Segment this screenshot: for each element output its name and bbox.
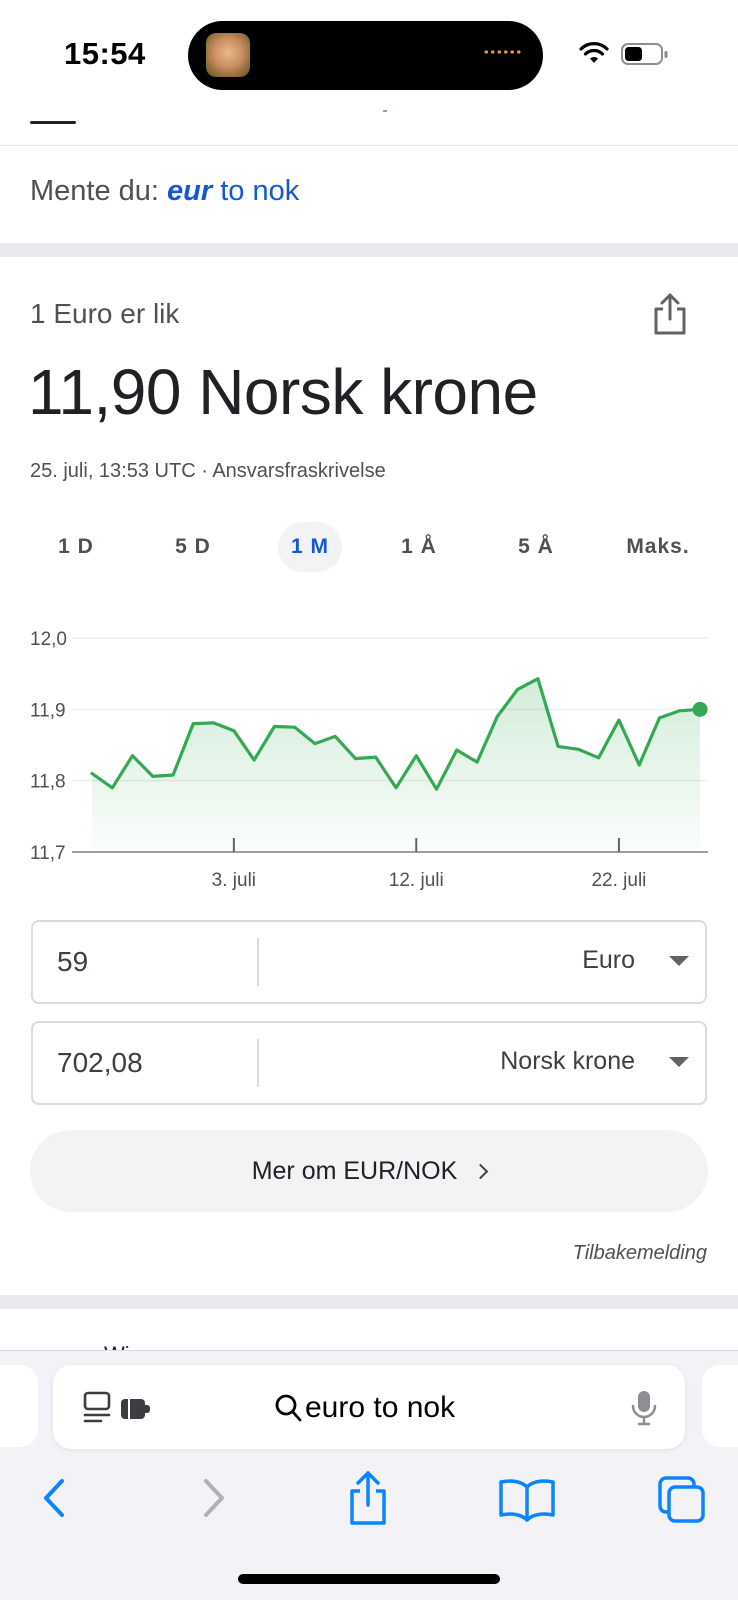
microphone-icon[interactable]	[631, 1389, 657, 1427]
range-5d[interactable]: 5 D	[147, 522, 239, 572]
next-tab-pill[interactable]	[702, 1365, 738, 1447]
share-sheet-icon[interactable]	[338, 1463, 398, 1533]
live-activity-dots-icon	[483, 49, 523, 59]
converter-divider	[257, 1039, 259, 1087]
equals-label: 1 Euro er lik	[30, 298, 180, 329]
x-tick-label: 3. juli	[212, 870, 256, 890]
home-indicator	[238, 1574, 500, 1584]
y-tick-label: 12,0	[30, 629, 67, 650]
address-text[interactable]: euro to nok	[305, 1391, 455, 1425]
forward-icon[interactable]	[183, 1463, 243, 1533]
chart-area	[92, 678, 700, 852]
range-1y[interactable]: 1 Å	[379, 522, 459, 572]
x-tick-label: 22. juli	[591, 870, 646, 890]
x-tick-label: 12. juli	[389, 870, 444, 890]
from-currency-select[interactable]: Euro	[582, 946, 635, 975]
more-about-label: Mer om EUR/NOK	[251, 1157, 458, 1185]
wifi-icon	[579, 42, 609, 63]
battery-icon	[621, 43, 668, 65]
converter-to: 702,08 Norsk krone	[31, 1021, 707, 1105]
status-bar: 15:54	[0, 0, 738, 108]
chart-current-point	[692, 701, 708, 717]
did-you-mean: Mente du: eur to nok	[30, 175, 299, 208]
active-tab-indicator	[30, 121, 76, 124]
back-icon[interactable]	[25, 1463, 85, 1533]
rate-meta: 25. juli, 13:53 UTC · Ansvarsfraskrivels…	[30, 460, 386, 483]
did-you-mean-bold: eur	[167, 175, 213, 207]
y-tick-label: 11,8	[30, 772, 66, 793]
to-amount-input[interactable]: 702,08	[57, 1047, 143, 1079]
chevron-right-icon	[473, 1163, 489, 1180]
dynamic-island[interactable]	[188, 21, 543, 90]
range-selector: 1 D 5 D 1 M 1 Å 5 Å Maks.	[30, 522, 706, 578]
converter-from: 59 Euro	[31, 920, 707, 1004]
browser-nav-row	[0, 1463, 738, 1533]
live-activity-avatar	[206, 33, 250, 77]
page-menu-icon[interactable]	[83, 1391, 155, 1425]
range-max[interactable]: Maks.	[610, 522, 706, 572]
did-you-mean-link[interactable]: eur to nok	[167, 175, 299, 207]
range-1d[interactable]: 1 D	[30, 522, 122, 572]
disclaimer-link[interactable]: Ansvarsfraskrivelse	[212, 460, 385, 482]
y-tick-label: 11,7	[30, 843, 66, 864]
bookmarks-icon[interactable]	[495, 1463, 559, 1533]
search-tabs	[0, 108, 738, 146]
address-bar[interactable]: euro to nok	[53, 1365, 685, 1449]
from-amount-input[interactable]: 59	[57, 946, 88, 978]
did-you-mean-rest: to nok	[212, 175, 300, 207]
range-1m[interactable]: 1 M	[278, 522, 342, 572]
previous-tab-pill[interactable]	[0, 1365, 38, 1447]
section-divider	[0, 243, 738, 257]
exchange-rate: 11,90 Norsk krone	[28, 356, 538, 428]
share-icon[interactable]	[652, 292, 688, 336]
search-icon	[275, 1394, 302, 1422]
section-divider	[0, 1295, 738, 1309]
meta-separator: ·	[195, 460, 213, 482]
tabs-icon[interactable]	[652, 1463, 712, 1533]
to-currency-select[interactable]: Norsk krone	[500, 1047, 635, 1076]
range-5y[interactable]: 5 Å	[496, 522, 576, 572]
feedback-link[interactable]: Tilbakemelding	[573, 1242, 707, 1265]
more-about-pair-button[interactable]: Mer om EUR/NOK	[30, 1130, 708, 1212]
rate-timestamp: 25. juli, 13:53 UTC	[30, 460, 196, 482]
browser-toolbar: euro to nok	[0, 1350, 738, 1600]
status-time: 15:54	[64, 36, 146, 71]
did-you-mean-prefix: Mente du:	[30, 175, 168, 207]
converter-divider	[257, 938, 259, 986]
rate-chart[interactable]: 12,0 11,9 11,8 11,7 3. juli 12. juli 22. juli	[0, 620, 738, 890]
caret-down-icon[interactable]	[669, 956, 689, 966]
y-tick-label: 11,9	[30, 700, 66, 721]
tab-scroll-hint	[383, 110, 387, 112]
caret-down-icon[interactable]	[669, 1057, 689, 1067]
